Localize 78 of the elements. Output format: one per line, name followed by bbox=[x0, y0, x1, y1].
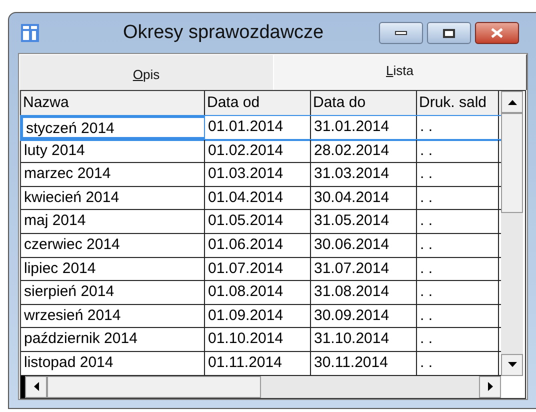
table-cell: . . bbox=[417, 210, 499, 233]
table-cell: 01.11.2014 bbox=[205, 352, 311, 375]
table-cell: maj 2014 bbox=[21, 210, 205, 233]
table-cell: . . bbox=[417, 140, 499, 162]
horizontal-scrollbar[interactable] bbox=[21, 376, 501, 398]
minimize-button[interactable] bbox=[379, 22, 423, 44]
scroll-right-button[interactable] bbox=[479, 376, 501, 398]
scroll-thumb[interactable] bbox=[501, 113, 523, 213]
table-cell: 30.04.2014 bbox=[311, 186, 417, 210]
table-cell: 31.07.2014 bbox=[311, 258, 417, 280]
column-header[interactable]: Nazwa bbox=[21, 91, 205, 115]
table-cell: . . bbox=[417, 116, 499, 139]
close-button[interactable] bbox=[475, 22, 519, 44]
column-header[interactable]: Data od bbox=[205, 91, 311, 115]
table-cell: . . bbox=[417, 304, 499, 328]
table-cell: luty 2014 bbox=[21, 140, 205, 162]
table-cell: lipiec 2014 bbox=[21, 258, 205, 280]
scroll-down-button[interactable] bbox=[501, 354, 523, 376]
table-cell: marzec 2014 bbox=[21, 163, 205, 186]
table-cell: 01.08.2014 bbox=[205, 281, 311, 304]
scroll-up-button[interactable] bbox=[501, 91, 523, 113]
table-cell: październik 2014 bbox=[21, 328, 205, 351]
table-cell: . . bbox=[417, 328, 499, 351]
table-cell: 31.08.2014 bbox=[311, 281, 417, 304]
table-cell: 01.10.2014 bbox=[205, 328, 311, 351]
table-cell: 28.02.2014 bbox=[311, 140, 417, 162]
table-row[interactable]: styczeń 2014 01.01.2014 31.01.2014 . . bbox=[21, 116, 501, 140]
table-cell: 31.01.2014 bbox=[311, 116, 417, 139]
up-arrow-icon bbox=[508, 100, 516, 104]
table-row[interactable]: marzec 2014 01.03.2014 31.03.2014 . . bbox=[21, 163, 501, 187]
table-cell: czerwiec 2014 bbox=[21, 234, 205, 257]
table-row[interactable]: październik 2014 01.10.2014 31.10.2014 . . bbox=[21, 328, 501, 352]
table-cell: . . bbox=[417, 186, 499, 210]
table-cell: kwiecień 2014 bbox=[21, 186, 205, 210]
table-cell: sierpień 2014 bbox=[21, 281, 205, 304]
table-cell: 01.03.2014 bbox=[205, 163, 311, 186]
table-cell: . . bbox=[417, 163, 499, 186]
table-cell: 31.05.2014 bbox=[311, 210, 417, 233]
table-cell: wrzesień 2014 bbox=[21, 304, 205, 328]
table-cell: . . bbox=[417, 352, 499, 375]
table-cell: 01.01.2014 bbox=[205, 116, 311, 139]
table-cell: 01.05.2014 bbox=[205, 210, 311, 233]
table-cell: 01.04.2014 bbox=[205, 186, 311, 210]
table-cell: . . bbox=[417, 234, 499, 257]
table-cell: 01.06.2014 bbox=[205, 234, 311, 257]
table-row[interactable]: lipiec 2014 01.07.2014 31.07.2014 . . bbox=[21, 258, 501, 282]
window-title: Okresy sprawozdawcze bbox=[123, 20, 324, 45]
table-cell: 30.11.2014 bbox=[311, 352, 417, 375]
table-row[interactable]: czerwiec 2014 01.06.2014 30.06.2014 . . bbox=[21, 234, 501, 258]
table-cell: 01.02.2014 bbox=[205, 140, 311, 162]
table-cell: 30.06.2014 bbox=[311, 234, 417, 257]
table-cell: 01.09.2014 bbox=[205, 304, 311, 328]
table-cell: 31.10.2014 bbox=[311, 328, 417, 351]
table-cell: . . bbox=[417, 281, 499, 304]
table-row[interactable]: sierpień 2014 01.08.2014 31.08.2014 . . bbox=[21, 281, 501, 305]
table-row[interactable]: luty 2014 01.02.2014 28.02.2014 . . bbox=[21, 140, 501, 164]
table-cell: 30.09.2014 bbox=[311, 304, 417, 328]
down-arrow-icon bbox=[508, 362, 516, 368]
close-icon bbox=[491, 28, 503, 38]
table-cell: 31.03.2014 bbox=[311, 163, 417, 186]
table-row[interactable]: wrzesień 2014 01.09.2014 30.09.2014 . . bbox=[21, 304, 501, 328]
left-arrow-icon bbox=[34, 382, 38, 392]
maximize-button[interactable] bbox=[427, 22, 471, 44]
vertical-scrollbar[interactable] bbox=[501, 91, 523, 376]
column-header[interactable]: Data do bbox=[311, 91, 417, 115]
column-header[interactable]: Druk. sald bbox=[417, 91, 499, 115]
table-row[interactable]: maj 2014 01.05.2014 31.05.2014 . . bbox=[21, 210, 501, 234]
scroll-left-button[interactable] bbox=[25, 376, 47, 398]
table-cell: listopad 2014 bbox=[21, 352, 205, 375]
table-row[interactable]: kwiecień 2014 01.04.2014 30.04.2014 . . bbox=[21, 186, 501, 210]
table-cell: . . bbox=[417, 258, 499, 280]
scroll-thumb[interactable] bbox=[47, 376, 261, 398]
window-icon bbox=[21, 24, 39, 42]
tab[interactable]: Lista bbox=[272, 54, 527, 90]
table-cell: styczeń 2014 bbox=[21, 116, 205, 139]
tab[interactable]: Opis bbox=[19, 54, 272, 90]
right-arrow-icon bbox=[488, 382, 492, 392]
table-cell: 01.07.2014 bbox=[205, 258, 311, 280]
